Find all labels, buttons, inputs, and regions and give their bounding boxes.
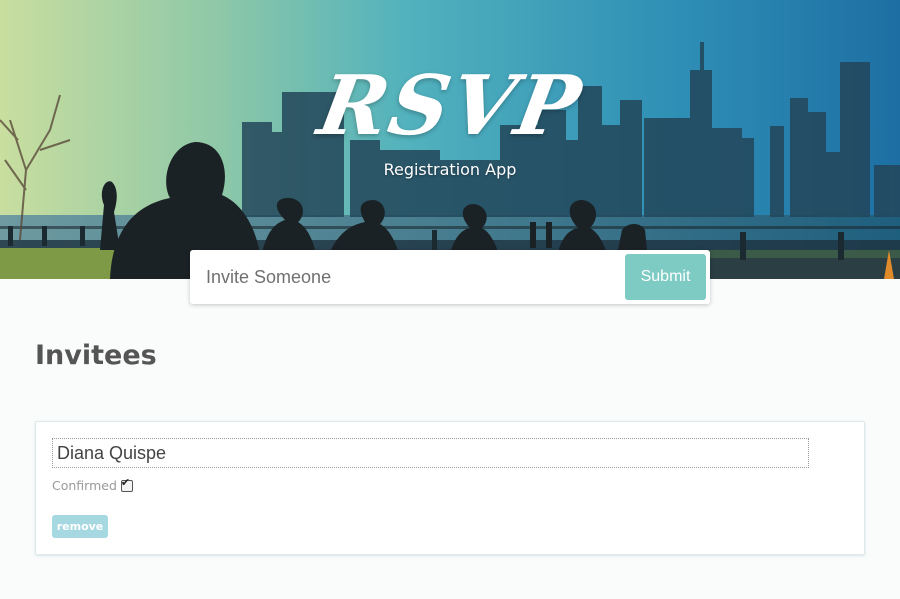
invite-input[interactable] [190,250,620,304]
section-title: Invitees [35,340,157,371]
confirmed-toggle[interactable]: Confirmed ✔ [52,476,133,493]
checkmark-icon: ✔ [120,475,131,489]
app-subtitle: Registration App [383,160,517,179]
invite-form: Submit [190,250,710,304]
remove-button[interactable]: remove [52,515,108,538]
app-logo: RSVP [311,58,589,154]
confirmed-label: Confirmed [52,478,117,493]
invitee-name-field[interactable]: Diana Quispe [52,438,809,468]
hero-header: RSVP Registration App [0,0,900,279]
brand: RSVP Registration App [0,58,900,179]
submit-button[interactable]: Submit [625,254,706,300]
invitee-card: Diana Quispe Confirmed ✔ remove [35,421,865,555]
confirmed-checkbox[interactable]: ✔ [120,476,133,492]
